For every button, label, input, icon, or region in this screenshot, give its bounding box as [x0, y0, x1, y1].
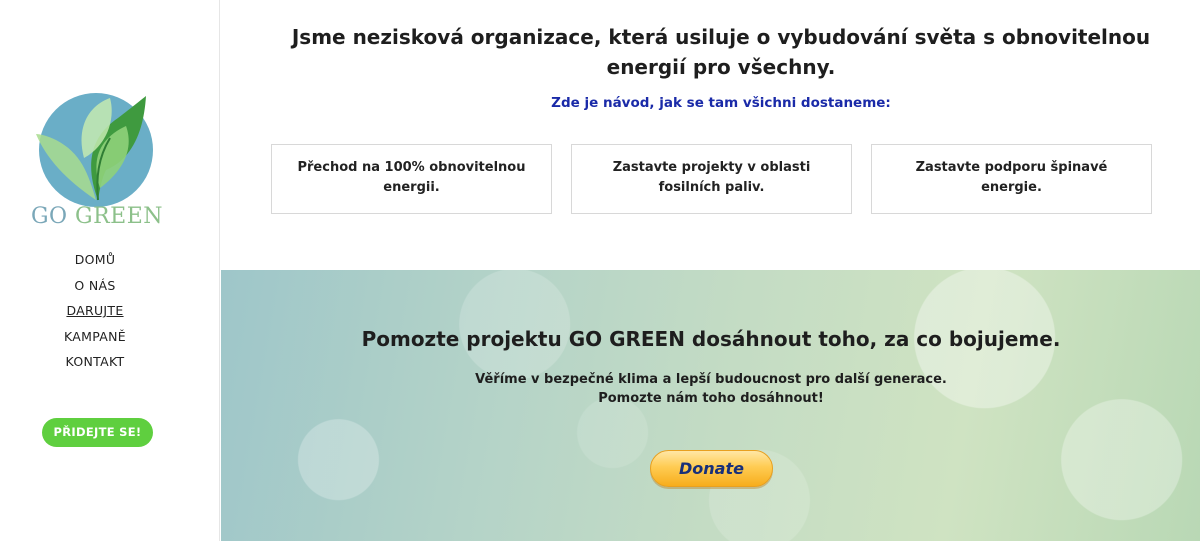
nav-item-label[interactable]: O NÁS	[74, 278, 115, 293]
goal-card: Zastavte podporu špinavé energie.	[871, 144, 1152, 214]
join-button[interactable]: PŘIDEJTE SE!	[42, 418, 153, 447]
main-nav: DOMŮ O NÁS DARUJTE KAMPANĚ KONTAKT	[0, 250, 190, 378]
nav-item-home[interactable]: DOMŮ	[0, 250, 190, 276]
donate-button[interactable]: Donate	[650, 450, 773, 487]
donate-hero: Pomozte projektu GO GREEN dosáhnout toho…	[221, 270, 1200, 541]
nav-item-label[interactable]: DARUJTE	[66, 303, 123, 318]
leaf-globe-icon	[36, 93, 153, 207]
logo-text-go: GO	[30, 204, 76, 229]
hero-line-2: Pomozte nám toho dosáhnout!	[598, 391, 824, 406]
nav-item-campaigns[interactable]: KAMPANĚ	[0, 327, 190, 353]
logo-text-green: GREEN	[75, 204, 164, 229]
goal-card-text: Zastavte projekty v oblasti fosilních pa…	[612, 160, 811, 195]
nav-item-donate[interactable]: DARUJTE	[0, 301, 190, 327]
nav-item-label[interactable]: DOMŮ	[75, 252, 116, 267]
sidebar: GO GREEN DOMŮ O NÁS DARUJTE KAMPANĚ KONT…	[0, 0, 220, 541]
goal-card: Přechod na 100% obnovitelnou energii.	[271, 144, 552, 214]
logo-text: GO GREEN	[26, 204, 168, 229]
hero-text: Věříme v bezpečné klima a lepší budoucno…	[261, 370, 1161, 408]
intro-headline: Jsme nezisková organizace, která usiluje…	[291, 25, 1151, 79]
goal-card-text: Zastavte podporu špinavé energie.	[915, 160, 1108, 195]
main-content: Jsme nezisková organizace, která usiluje…	[221, 0, 1200, 541]
nav-item-about[interactable]: O NÁS	[0, 276, 190, 302]
intro-subhead: Zde je návod, jak se tam všichni dostane…	[551, 95, 891, 111]
nav-item-label[interactable]: KAMPANĚ	[64, 329, 126, 344]
goal-card: Zastavte projekty v oblasti fosilních pa…	[571, 144, 852, 214]
nav-item-label[interactable]: KONTAKT	[66, 354, 125, 369]
hero-line-1: Věříme v bezpečné klima a lepší budoucno…	[475, 372, 947, 387]
hero-title: Pomozte projektu GO GREEN dosáhnout toho…	[361, 327, 1061, 351]
goal-card-text: Přechod na 100% obnovitelnou energii.	[297, 160, 526, 195]
nav-item-contact[interactable]: KONTAKT	[0, 352, 190, 378]
logo[interactable]: GO GREEN	[26, 88, 168, 236]
